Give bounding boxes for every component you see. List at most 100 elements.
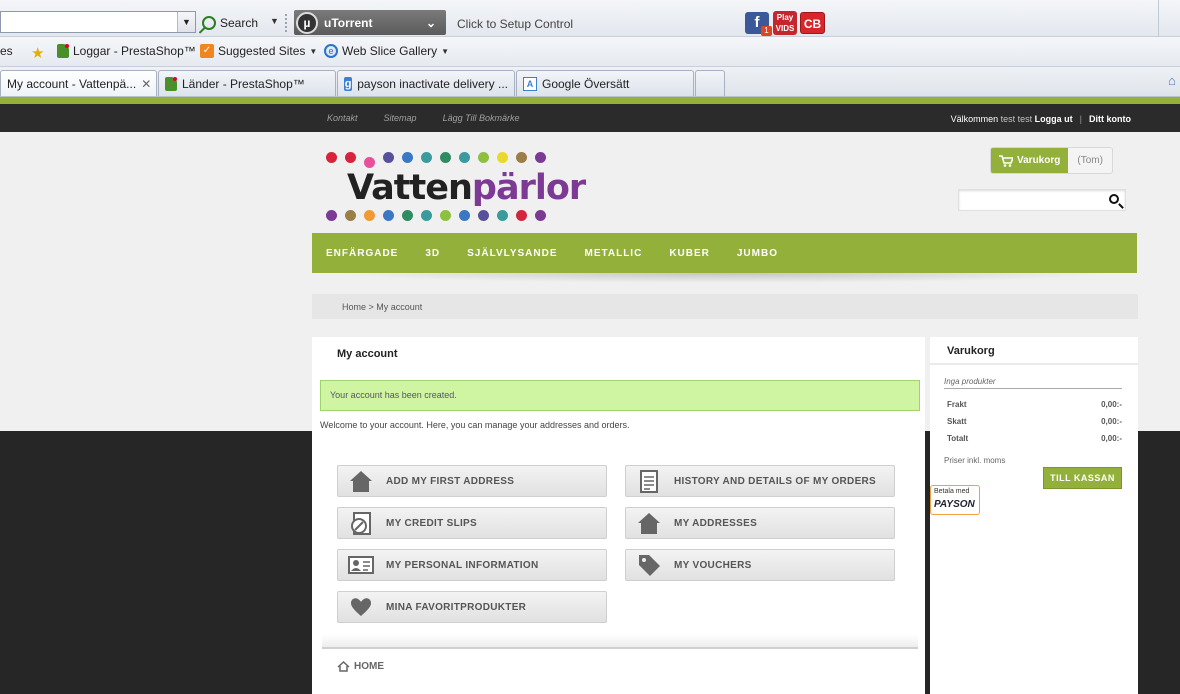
facebook-notification-badge: 1 (761, 26, 772, 36)
logo-dot (383, 152, 394, 163)
logo-dot (383, 210, 394, 221)
star-icon: ★ (31, 45, 45, 62)
close-icon[interactable]: ✕ (141, 77, 151, 91)
contact-link[interactable]: Kontakt (327, 113, 358, 123)
nav-item-sjalvlysande[interactable]: SJÄLVLYSANDE (467, 248, 557, 259)
tab-payson-search[interactable]: g payson inactivate delivery ... (337, 70, 515, 96)
search-icon[interactable] (1109, 194, 1119, 204)
play-vids-icon[interactable]: Play VIDS (773, 11, 797, 35)
checkout-button[interactable]: TILL KASSAN (1043, 467, 1122, 489)
tab-label: payson inactivate delivery ... (357, 76, 508, 91)
google-translate-icon: A (523, 76, 537, 91)
logo-dot (478, 210, 489, 221)
site-logo[interactable]: Vattenpärlor (347, 168, 586, 208)
cart-status: (Tom) (1068, 148, 1112, 173)
welcome-text: Välkommen (950, 114, 999, 124)
favorite-suggested-sites[interactable]: ✓ Suggested Sites ▼ (200, 44, 317, 58)
tab-lander[interactable]: Länder - PrestaShop™ (158, 70, 336, 96)
favorite-label: Suggested Sites (218, 44, 306, 58)
user-name: test test (1000, 114, 1033, 124)
logo-dot (440, 210, 451, 221)
cart-row-tax: Skatt 0,00:- (947, 417, 1122, 426)
home-icon (337, 661, 350, 672)
bookmark-link[interactable]: Lägg Till Bokmärke (443, 113, 520, 123)
google-icon: g (344, 76, 353, 91)
logo-dot (421, 152, 432, 163)
tab-my-account[interactable]: My account - Vattenpä... ✕ (0, 70, 157, 96)
prestashop-icon (165, 76, 177, 91)
payson-caption: Betala med (934, 488, 970, 495)
payson-badge[interactable]: Betala med PAYSON (930, 485, 980, 515)
browser-home-icon[interactable]: ⌂ (1168, 73, 1180, 88)
logo-dot (421, 210, 432, 221)
my-account-link[interactable]: Ditt konto (1089, 114, 1131, 124)
favorites-star-button[interactable]: ★ (31, 44, 44, 62)
page-title: My account (337, 348, 398, 360)
site-search-input[interactable] (958, 189, 1126, 211)
home-link[interactable]: HOME (337, 661, 384, 672)
favorites-cut-item[interactable]: es (0, 44, 13, 58)
cart-icon (999, 154, 1013, 167)
account-panel: My account Your account has been created… (312, 337, 925, 694)
favorite-label: Web Slice Gallery (342, 44, 438, 58)
favorite-label: Loggar - PrestaShop™ (73, 44, 196, 58)
nav-item-jumbo[interactable]: JUMBO (737, 248, 778, 259)
logo-dot (345, 210, 356, 221)
utorrent-toolbar-button[interactable]: µ uTorrent ⌄ (294, 10, 446, 35)
toolbar-search-button[interactable]: Search (202, 13, 258, 33)
row-label: Totalt (947, 434, 969, 443)
logo-part-1: Vatten (347, 168, 473, 208)
nav-item-metallic[interactable]: METALLIC (585, 248, 643, 259)
id-card-icon (348, 556, 374, 574)
setup-control-link[interactable]: Click to Setup Control (457, 17, 573, 31)
button-label: ADD MY FIRST ADDRESS (386, 475, 515, 487)
button-label: MY VOUCHERS (674, 559, 752, 571)
logo-dot (364, 157, 375, 168)
button-label: MY ADDRESSES (674, 517, 758, 529)
logo-dot (535, 152, 546, 163)
price-note: Priser inkl. moms (944, 456, 1006, 465)
add-address-button[interactable]: ADD MY FIRST ADDRESS (337, 465, 607, 497)
row-label: Frakt (947, 400, 967, 409)
search-dropdown-icon[interactable]: ▼ (270, 16, 279, 26)
address-input[interactable]: ▼ (0, 11, 196, 33)
cart-row-total: Totalt 0,00:- (947, 434, 1122, 443)
topbar-links: Kontakt Sitemap Lägg Till Bokmärke (327, 113, 546, 123)
personal-info-button[interactable]: MY PERSONAL INFORMATION (337, 549, 607, 581)
tab-label: My account - Vattenpä... (7, 76, 137, 91)
logout-link[interactable]: Logga ut (1035, 114, 1073, 124)
breadcrumb[interactable]: Home > My account (312, 294, 1138, 319)
credit-slips-button[interactable]: MY CREDIT SLIPS (337, 507, 607, 539)
vouchers-button[interactable]: MY VOUCHERS (625, 549, 895, 581)
logo-part-2: pärlor (471, 168, 586, 208)
logo-dot (326, 210, 337, 221)
logo-dot (345, 152, 356, 163)
house-icon (350, 471, 372, 492)
sidebar-title: Varukorg (947, 345, 995, 357)
divider-line (322, 647, 918, 649)
favorite-loggar-prestashop[interactable]: Loggar - PrestaShop™ (57, 44, 196, 58)
nav-item-enfargade[interactable]: ENFÄRGADE (326, 248, 398, 259)
logo-dot (459, 152, 470, 163)
play-label: Play (776, 13, 794, 22)
favorite-web-slice-gallery[interactable]: e Web Slice Gallery ▼ (324, 44, 449, 58)
cb-icon[interactable]: CB (800, 12, 825, 34)
chevron-down-icon: ⌄ (425, 15, 436, 30)
logo-dot (326, 152, 337, 163)
logo-dot (402, 152, 413, 163)
nav-item-kuber[interactable]: KUBER (669, 248, 710, 259)
suggested-sites-icon: ✓ (200, 44, 214, 58)
address-dropdown-icon[interactable]: ▼ (177, 12, 195, 32)
toolbar-grip (285, 14, 291, 32)
new-tab-button[interactable] (695, 70, 725, 96)
favorite-products-button[interactable]: MINA FAVORITPRODUKTER (337, 591, 607, 623)
cart-button[interactable]: Varukorg (Tom) (990, 147, 1113, 174)
order-history-button[interactable]: HISTORY AND DETAILS OF MY ORDERS (625, 465, 895, 497)
tab-google-translate[interactable]: A Google Översätt (516, 70, 694, 96)
nav-item-3d[interactable]: 3D (425, 248, 440, 259)
sitemap-link[interactable]: Sitemap (384, 113, 417, 123)
tag-icon (639, 555, 660, 576)
my-addresses-button[interactable]: MY ADDRESSES (625, 507, 895, 539)
divider (322, 634, 918, 648)
row-value: 0,00:- (1101, 434, 1122, 443)
